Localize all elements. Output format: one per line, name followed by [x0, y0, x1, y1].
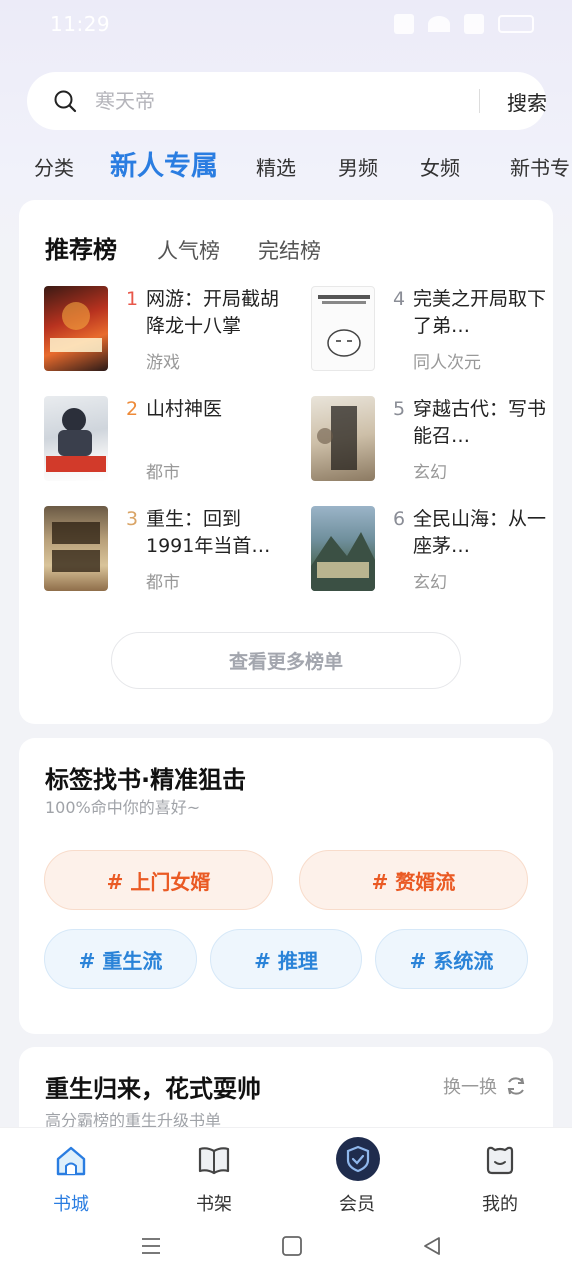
book-genre: 都市	[146, 463, 180, 483]
rebirth-section-title: 重生归来，花式耍帅	[45, 1075, 261, 1103]
tab-category[interactable]: 分类	[34, 152, 74, 181]
tab-male[interactable]: 男频	[338, 152, 378, 181]
book-cover	[44, 506, 108, 591]
book-cover-art	[52, 522, 100, 572]
book-item[interactable]: 3 重生：回到1991年当首… 都市	[44, 506, 294, 593]
book-genre: 游戏	[146, 353, 180, 373]
sim-icon	[464, 14, 484, 34]
tag-rebirth[interactable]: # 重生流	[44, 929, 197, 989]
book-cover-art	[317, 406, 357, 470]
tags-section-subtitle: 100%命中你的喜好~	[45, 798, 201, 817]
tab-featured[interactable]: 精选	[256, 152, 296, 181]
book-title: 重生：回到1991年当首…	[146, 508, 271, 557]
back-icon[interactable]	[421, 1235, 443, 1257]
refresh-icon	[507, 1077, 525, 1095]
book-cover	[311, 396, 375, 481]
book-title: 山村神医	[146, 398, 223, 420]
book-title: 全民山海：从一座茅…	[413, 508, 547, 557]
search-bar[interactable]: 搜索	[27, 72, 547, 130]
more-rankings-button[interactable]: 查看更多榜单	[111, 632, 461, 689]
status-time: 11:29	[50, 12, 111, 36]
book-cover	[44, 286, 108, 371]
vip-shield-icon	[336, 1137, 380, 1181]
home-icon	[56, 1146, 86, 1176]
refresh-label: 换一换	[443, 1077, 497, 1098]
book-rank: 6	[393, 508, 406, 530]
book-cover	[311, 286, 375, 371]
tags-section-title: 标签找书·精准狙击	[45, 766, 247, 794]
book-cover-art	[311, 532, 375, 591]
menu-icon[interactable]	[140, 1235, 162, 1257]
book-item[interactable]: 1 网游：开局截胡降龙十八掌 游戏	[44, 286, 294, 373]
book-item[interactable]: 4 完美之开局取下了弟… 同人次元	[311, 286, 561, 373]
battery-icon	[498, 15, 534, 33]
nav-bookshelf[interactable]: 书架	[164, 1136, 264, 1215]
tab-recommended[interactable]: 推荐榜	[45, 230, 117, 265]
search-input[interactable]	[95, 86, 435, 116]
book-cover-art	[318, 295, 370, 357]
book-genre: 都市	[146, 573, 180, 593]
search-icon	[54, 90, 77, 113]
profile-icon	[486, 1146, 514, 1175]
nav-bookstore[interactable]: 书城	[21, 1136, 121, 1215]
search-divider	[479, 89, 480, 113]
book-title: 完美之开局取下了弟…	[413, 288, 547, 337]
book-rank: 1	[126, 288, 139, 310]
book-rank: 4	[393, 288, 406, 310]
tag-zhuixu[interactable]: # 赘婿流	[299, 850, 528, 910]
bookshelf-icon	[198, 1147, 230, 1175]
book-item[interactable]: 2 山村神医 都市	[44, 396, 294, 483]
book-rank: 5	[393, 398, 406, 420]
tab-completed[interactable]: 完结榜	[258, 235, 321, 265]
search-button[interactable]: 搜索	[491, 86, 563, 116]
ranking-tabs: 推荐榜 人气榜 完结榜	[45, 230, 359, 265]
book-genre: 玄幻	[413, 463, 447, 483]
book-cover	[44, 396, 108, 481]
wifi-icon	[428, 16, 450, 32]
book-rank: 3	[126, 508, 139, 530]
ranking-card: 推荐榜 人气榜 完结榜 1 网游：开局截胡降龙十八掌 游戏 2 山村神医 都市 …	[19, 200, 553, 724]
book-cover-art	[50, 302, 102, 352]
refresh-button[interactable]: 换一换	[443, 1073, 527, 1099]
tag-mystery[interactable]: # 推理	[210, 929, 362, 989]
tab-newcomer[interactable]: 新人专属	[110, 144, 218, 183]
tags-card: 标签找书·精准狙击 100%命中你的喜好~ # 上门女婿 # 赘婿流 # 重生流…	[19, 738, 553, 1034]
nav-label: 我的	[482, 1194, 518, 1215]
tab-popular[interactable]: 人气榜	[157, 235, 220, 265]
book-title: 网游：开局截胡降龙十八掌	[146, 288, 280, 337]
status-bar: 11:29	[0, 0, 572, 52]
tag-system[interactable]: # 系统流	[375, 929, 528, 989]
book-genre: 同人次元	[413, 353, 481, 373]
tab-female[interactable]: 女频	[420, 152, 460, 181]
book-genre: 玄幻	[413, 573, 447, 593]
tab-new-books[interactable]: 新书专	[510, 152, 570, 181]
bottom-nav: 书城 书架 会员 我的	[0, 1127, 572, 1217]
nav-label: 书城	[53, 1194, 89, 1215]
system-nav-bar	[0, 1217, 572, 1280]
tag-son-in-law[interactable]: # 上门女婿	[44, 850, 273, 910]
book-cover-art	[46, 408, 106, 472]
nav-label: 会员	[339, 1194, 375, 1215]
nav-profile[interactable]: 我的	[450, 1136, 550, 1215]
vibrate-icon	[394, 14, 414, 34]
book-rank: 2	[126, 398, 139, 420]
status-icons	[394, 14, 534, 34]
nav-label: 书架	[196, 1194, 232, 1215]
nav-vip[interactable]: 会员	[307, 1136, 407, 1215]
book-item[interactable]: 6 全民山海：从一座茅… 玄幻	[311, 506, 561, 593]
book-item[interactable]: 5 穿越古代：写书能召… 玄幻	[311, 396, 561, 483]
home-square-icon[interactable]	[281, 1235, 303, 1257]
book-cover	[311, 506, 375, 591]
book-title: 穿越古代：写书能召…	[413, 398, 547, 447]
top-tabs: 分类 新人专属 精选 男频 女频 新书专	[0, 140, 572, 190]
